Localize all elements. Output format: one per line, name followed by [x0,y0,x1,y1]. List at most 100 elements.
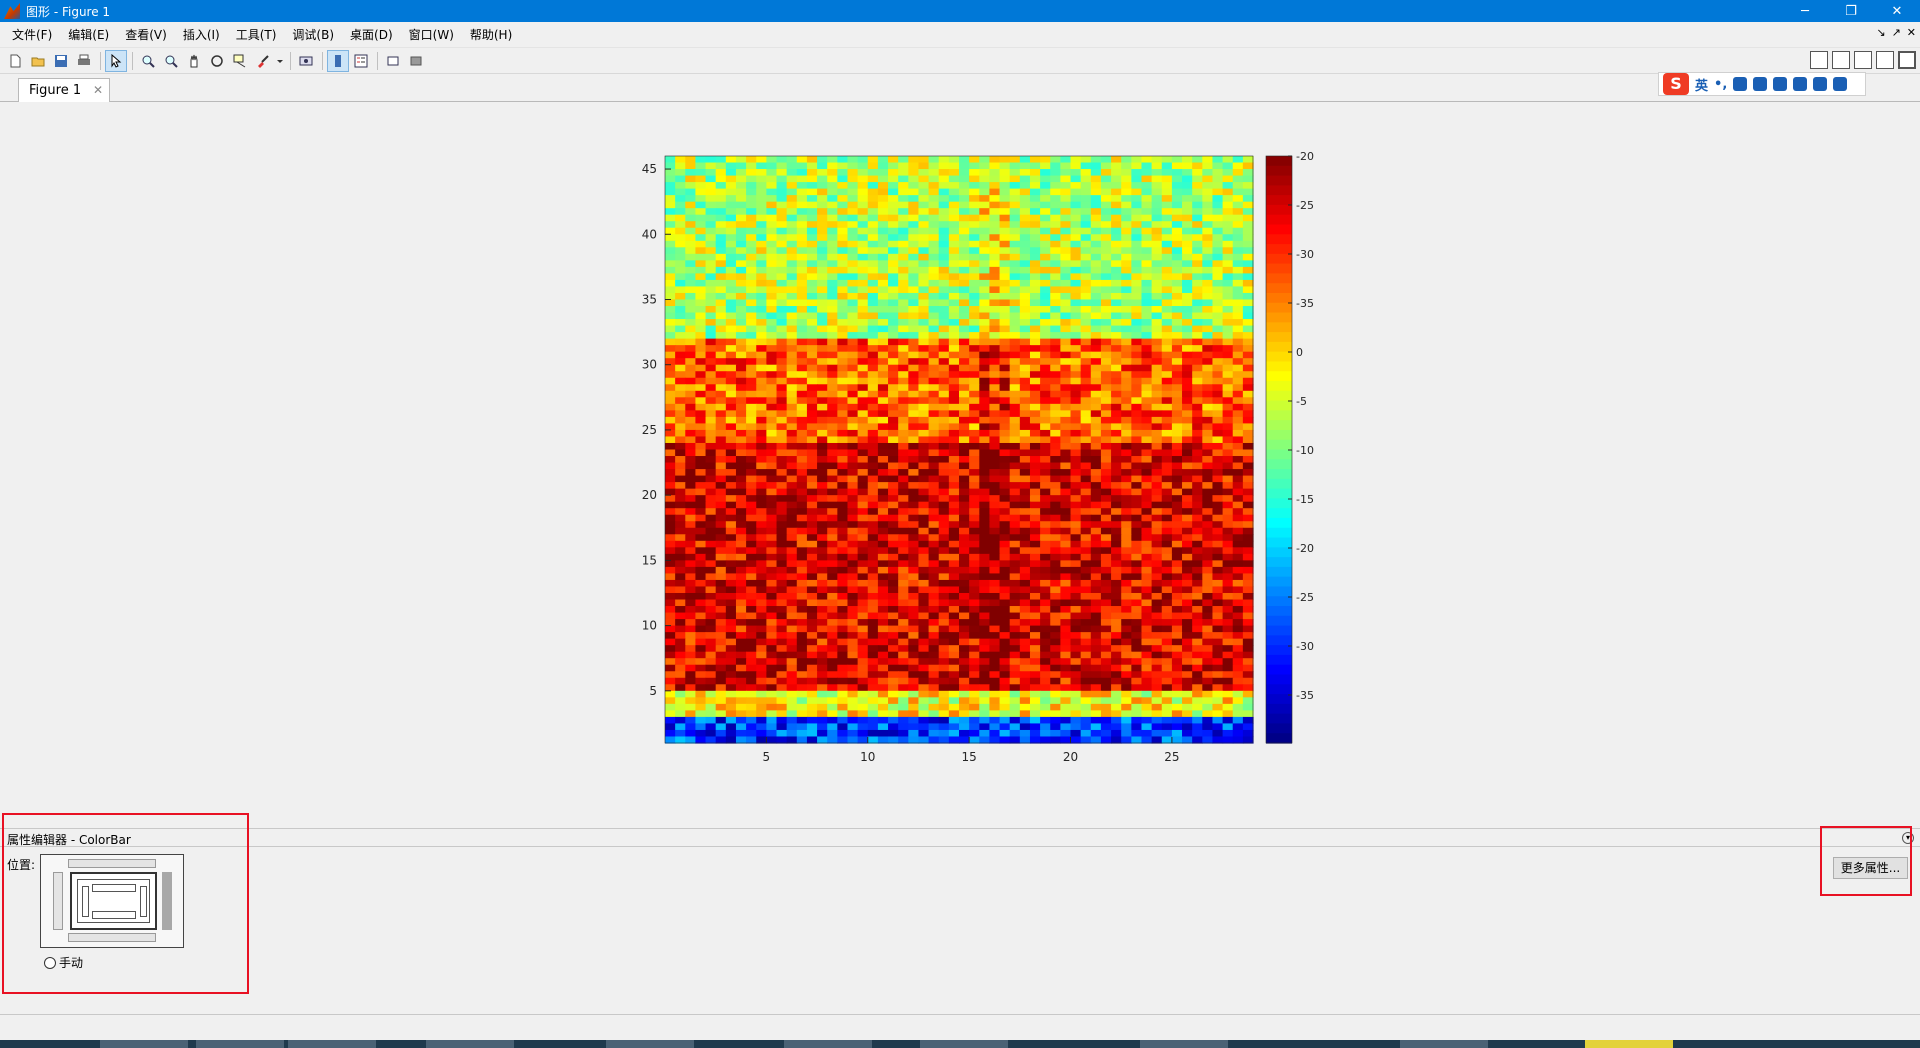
figure-canvas[interactable]: 5 10 15 20 25 5 10 15 20 25 30 35 40 45 -20 -25 -30 -35 0-… [0,103,1920,828]
pan-button[interactable] [183,50,205,72]
heatmap-cell [675,521,686,529]
heatmap-cell [1161,299,1173,307]
close-button[interactable]: ✕ [1874,0,1920,22]
heatmap-cell [827,566,838,575]
ime-punctuation-toggle[interactable]: •, [1714,77,1727,92]
heatmap-cell [989,390,1001,398]
heatmap-cell [1212,299,1224,307]
heatmap-cell [1161,553,1173,561]
menu-desktop[interactable]: 桌面(D) [342,24,401,46]
heatmap-cell [959,482,970,490]
zoom-in-button[interactable] [137,50,159,72]
data-cursor-button[interactable] [229,50,251,72]
skin-icon[interactable] [1813,77,1828,91]
menu-file[interactable]: 文件(F) [4,24,60,46]
heatmap-cell [847,201,859,209]
tile-icon[interactable] [1810,51,1828,69]
heatmap-cell [857,214,869,222]
heatmap-cell [847,273,859,281]
heatmap-cell [999,508,1011,516]
heatmap-cell [1192,462,1203,470]
heatmap-cell [948,364,960,372]
heatmap-cell [1111,338,1122,346]
heatmap-cell [1161,332,1173,340]
heatmap-cell [877,579,889,588]
tab-figure-1[interactable]: Figure 1 ✕ [18,78,110,102]
edit-plot-button[interactable] [105,49,127,72]
toolbar-separator [290,51,291,70]
heatmap-cell [1040,253,1051,261]
save-button[interactable] [50,50,72,72]
heatmap-cell [685,573,697,581]
heatmap-cell [1131,442,1143,451]
link-plot-button[interactable] [295,50,317,72]
heatmap-cell [1121,547,1132,555]
new-figure-button[interactable] [4,50,26,72]
heatmap-cell [918,664,930,672]
heatmap-cell [1171,247,1183,255]
heatmap-cell [1080,482,1092,490]
user-icon[interactable] [1793,77,1808,91]
heatmap-cell [1242,579,1254,588]
print-button[interactable] [73,50,95,72]
restore-button[interactable]: ❐ [1828,0,1874,22]
heatmap-cell [959,397,970,405]
heatmap-cell [918,292,930,301]
heatmap-cell [1131,390,1143,398]
sogou-logo[interactable]: S [1663,73,1689,95]
left-right-icon[interactable] [1832,51,1850,69]
zoom-out-button[interactable] [160,50,182,72]
heatmap-cell [1212,253,1224,261]
brush-button[interactable] [252,50,274,72]
heatmap-cell [969,312,980,320]
heatmap-cell [898,592,909,601]
maximize-icon[interactable] [1898,51,1916,69]
menu-view[interactable]: 查看(V) [117,24,175,46]
show-plot-tools-button[interactable] [405,50,427,72]
microphone-icon[interactable] [1753,77,1768,91]
insert-legend-button[interactable] [350,50,372,72]
rotate-3d-button[interactable] [206,50,228,72]
heatmap-cell [989,553,1001,561]
close-figure-icon[interactable]: ✕ [1907,26,1916,39]
heatmap-cell [837,286,849,294]
heatmap-cell [908,703,920,711]
undock-icon[interactable]: ↗ [1892,26,1901,39]
minimize-button[interactable]: ─ [1782,0,1828,22]
float-icon[interactable] [1876,51,1894,69]
menu-window[interactable]: 窗口(W) [401,24,462,46]
heatmap-cell [1161,534,1173,542]
menu-tools[interactable]: 工具(T) [228,24,285,46]
close-icon[interactable]: ✕ [93,83,103,97]
heatmap-cell [1009,684,1021,692]
hide-plot-tools-button[interactable] [382,50,404,72]
heatmap-cell [796,162,808,170]
insert-colorbar-button[interactable] [327,49,349,72]
heatmap-cell [705,690,717,698]
dock-icon[interactable]: ↘ [1876,26,1885,39]
top-bottom-icon[interactable] [1854,51,1872,69]
heatmap-cell [705,449,717,457]
keyboard-icon[interactable] [1773,77,1788,91]
ime-language-toggle[interactable]: 英 [1695,75,1708,94]
open-file-button[interactable] [27,50,49,72]
tools-grid-icon[interactable] [1833,77,1848,91]
menu-edit[interactable]: 编辑(E) [60,24,117,46]
emoji-icon[interactable] [1733,77,1748,91]
heatmap-cell [1202,182,1214,190]
heatmap-cell [705,319,717,327]
heatmap-cell [837,306,849,314]
brush-dropdown[interactable] [275,50,285,72]
heatmap-cell [1019,482,1031,490]
heatmap-cell [837,625,849,633]
heatmap-cell [979,345,991,353]
menu-help[interactable]: 帮助(H) [462,24,520,46]
heatmap-cell [715,521,727,529]
heatmap-cell [1029,273,1041,281]
heatmap-plot[interactable]: 5 10 15 20 2551015202530354045-20-25-30-350-… [0,103,1920,828]
heatmap-cell [1111,475,1122,483]
menu-insert[interactable]: 插入(I) [175,24,228,46]
heatmap-cell [857,325,869,333]
heatmap-cell [725,273,737,281]
menu-debug[interactable]: 调试(B) [284,24,342,46]
